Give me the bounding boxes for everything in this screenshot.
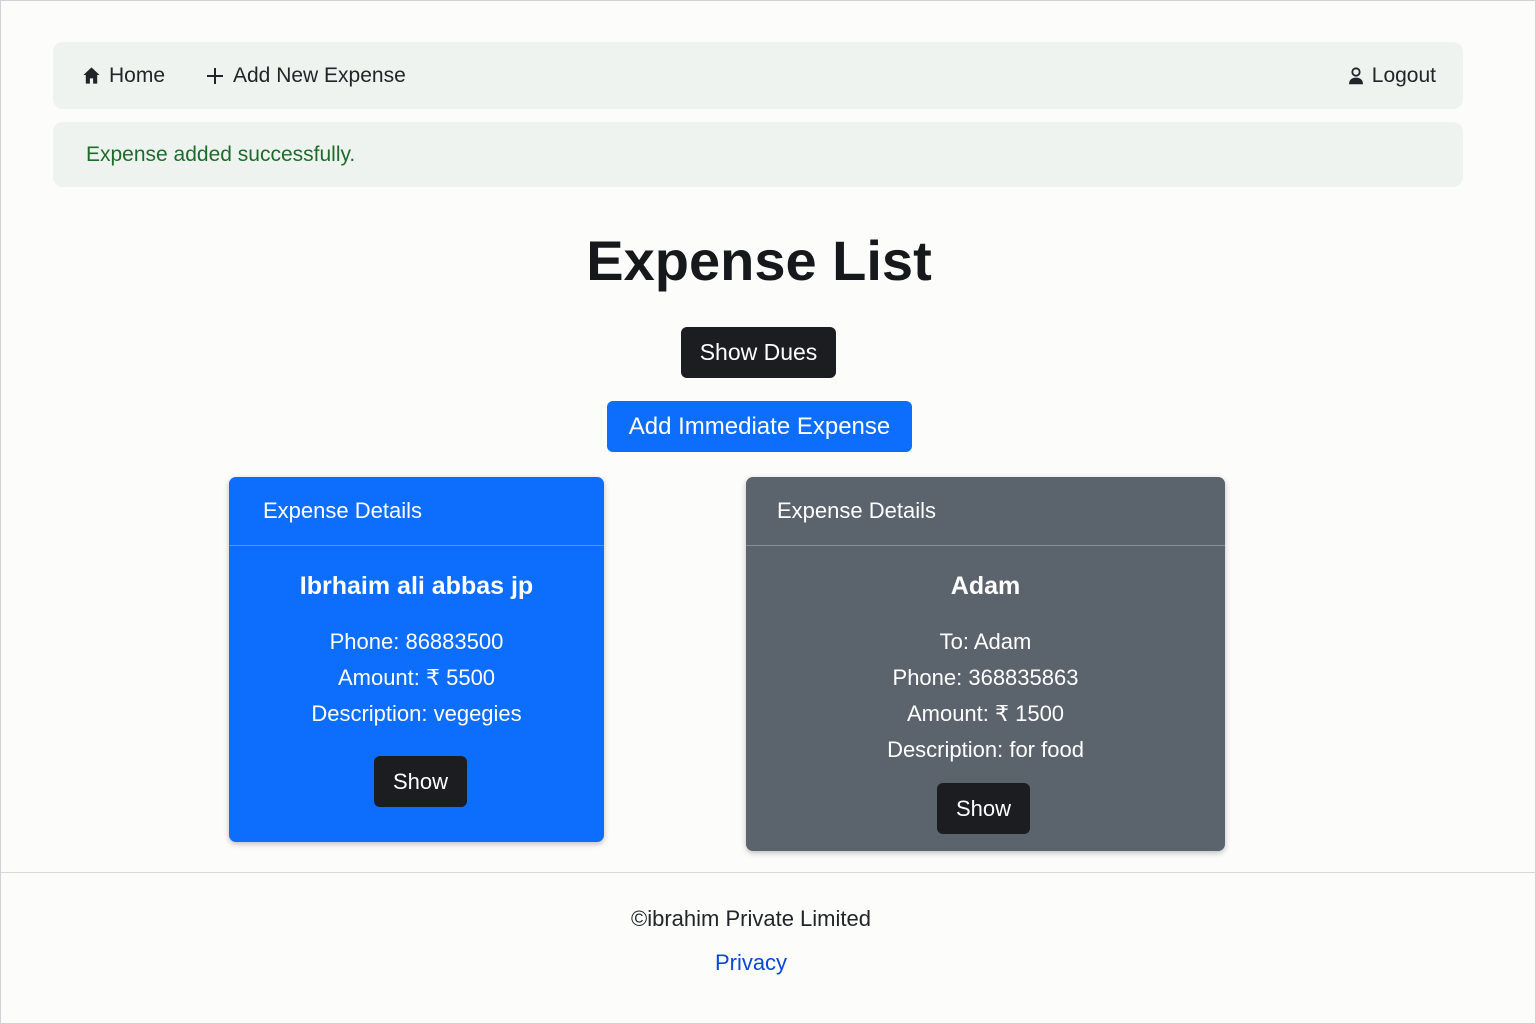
user-icon [1348,66,1364,85]
privacy-link[interactable]: Privacy [715,950,787,975]
card-description: Description: for food [887,737,1084,762]
plus-icon [207,67,223,84]
show-dues-button[interactable]: Show Dues [681,327,836,378]
card-amount: Amount: ₹ 5500 [337,665,496,690]
card-title: Adam [950,572,1021,600]
success-alert: Expense added successfully. [53,122,1463,187]
footer-link-container: Privacy [1,950,1501,976]
nav-add-expense-label: Add New Expense [233,63,406,87]
nav-logout-label: Logout [1371,63,1436,87]
nav-add-expense-link[interactable]: Add New Expense [207,42,406,109]
card-header-label: Expense Details [263,498,422,523]
home-icon [82,66,101,85]
add-immediate-expense-button[interactable]: Add Immediate Expense [607,401,912,452]
card-description: Description: vegegies [311,701,522,726]
page-title: Expense List [586,229,932,292]
nav-logout-link[interactable]: Logout [1348,42,1436,109]
card-header: Expense Details [746,477,1225,546]
expense-card: Expense Details Ibrhaim ali abbas jp Pho… [229,477,604,842]
nav-home-label: Home [109,63,166,87]
footer-divider [1,872,1536,873]
card-show-button[interactable]: Show [374,756,467,807]
top-navbar: Home Add New Expense Logout [53,42,1463,109]
card-header: Expense Details [229,477,604,546]
card-amount: Amount: ₹ 1500 [906,701,1065,726]
expense-card: Expense Details Adam To: Adam Phone: 368… [746,477,1225,851]
nav-home-link[interactable]: Home [82,42,165,109]
card-phone: Phone: 86883500 [329,629,504,654]
card-title: Ibrhaim ali abbas jp [299,572,534,600]
card-to: To: Adam [939,629,1032,654]
card-show-button[interactable]: Show [937,783,1030,834]
card-phone: Phone: 368835863 [892,665,1079,690]
alert-message: Expense added successfully. [86,142,356,166]
card-header-label: Expense Details [777,498,936,523]
footer-copyright: ©ibrahim Private Limited [631,906,871,931]
